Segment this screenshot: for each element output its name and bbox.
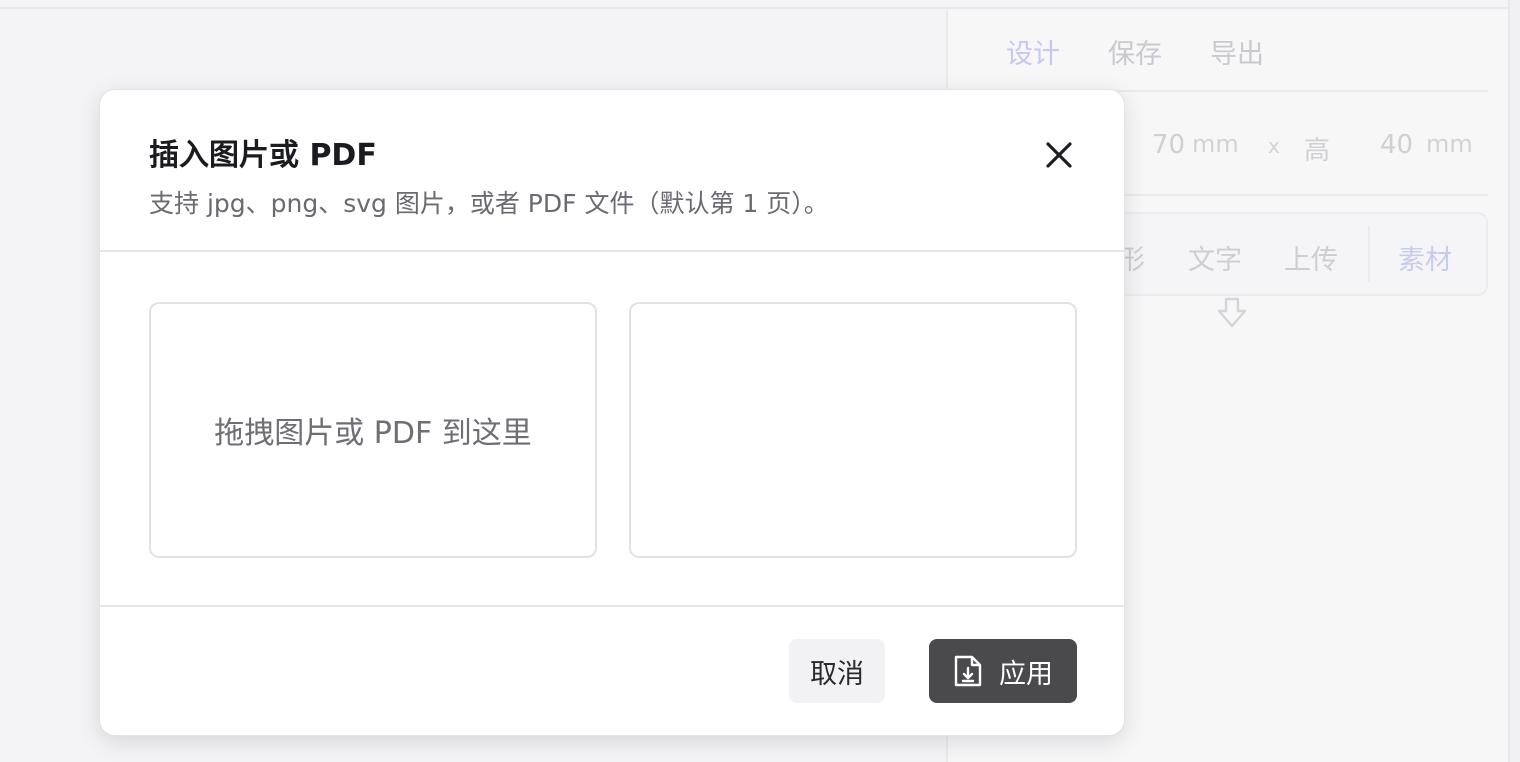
file-drop-zone[interactable]: 拖拽图片或 PDF 到这里 [149,302,597,558]
tool-divider [1368,226,1370,282]
close-icon[interactable] [1038,134,1080,176]
tool-upload[interactable]: 上传 [1284,238,1338,277]
dialog-footer-divider [100,605,1124,607]
arrow-down-icon [1217,297,1247,328]
width-value[interactable]: 70 [1152,130,1185,160]
cancel-button[interactable]: 取消 [789,639,885,703]
size-separator: x [1268,134,1280,158]
width-unit: mm [1192,130,1239,158]
tool-assets[interactable]: 素材 [1398,238,1452,277]
cancel-button-label: 取消 [810,658,864,690]
tab-save[interactable]: 保存 [1108,32,1162,71]
drop-zone-text: 拖拽图片或 PDF 到这里 [214,416,532,451]
dialog-body: 拖拽图片或 PDF 到这里 [100,252,1124,606]
apply-button[interactable]: 应用 [929,639,1077,703]
file-import-icon [954,655,982,687]
window-right-edge [1508,0,1520,762]
tool-text[interactable]: 文字 [1188,238,1242,277]
dialog-header: 插入图片或 PDF 支持 jpg、png、svg 图片，或者 PDF 文件（默认… [100,90,1124,252]
preview-area [629,302,1077,558]
tab-export[interactable]: 导出 [1210,32,1264,71]
insert-image-dialog: 插入图片或 PDF 支持 jpg、png、svg 图片，或者 PDF 文件（默认… [99,89,1125,736]
app-root: 设计 保存 导出 70 mm x 高 40 mm 形 文字 上传 素材 插入图片… [0,0,1520,762]
apply-button-label: 应用 [999,658,1053,690]
tab-design[interactable]: 设计 [1006,32,1060,71]
height-label: 高 [1304,136,1331,166]
top-toolbar-edge [0,0,1510,9]
dialog-subtitle: 支持 jpg、png、svg 图片，或者 PDF 文件（默认第 1 页）。 [149,189,829,218]
height-unit: mm [1426,130,1473,158]
height-value[interactable]: 40 [1380,130,1413,160]
dialog-title: 插入图片或 PDF [149,138,377,173]
side-panel-tabs: 设计 保存 导出 [1006,32,1264,71]
